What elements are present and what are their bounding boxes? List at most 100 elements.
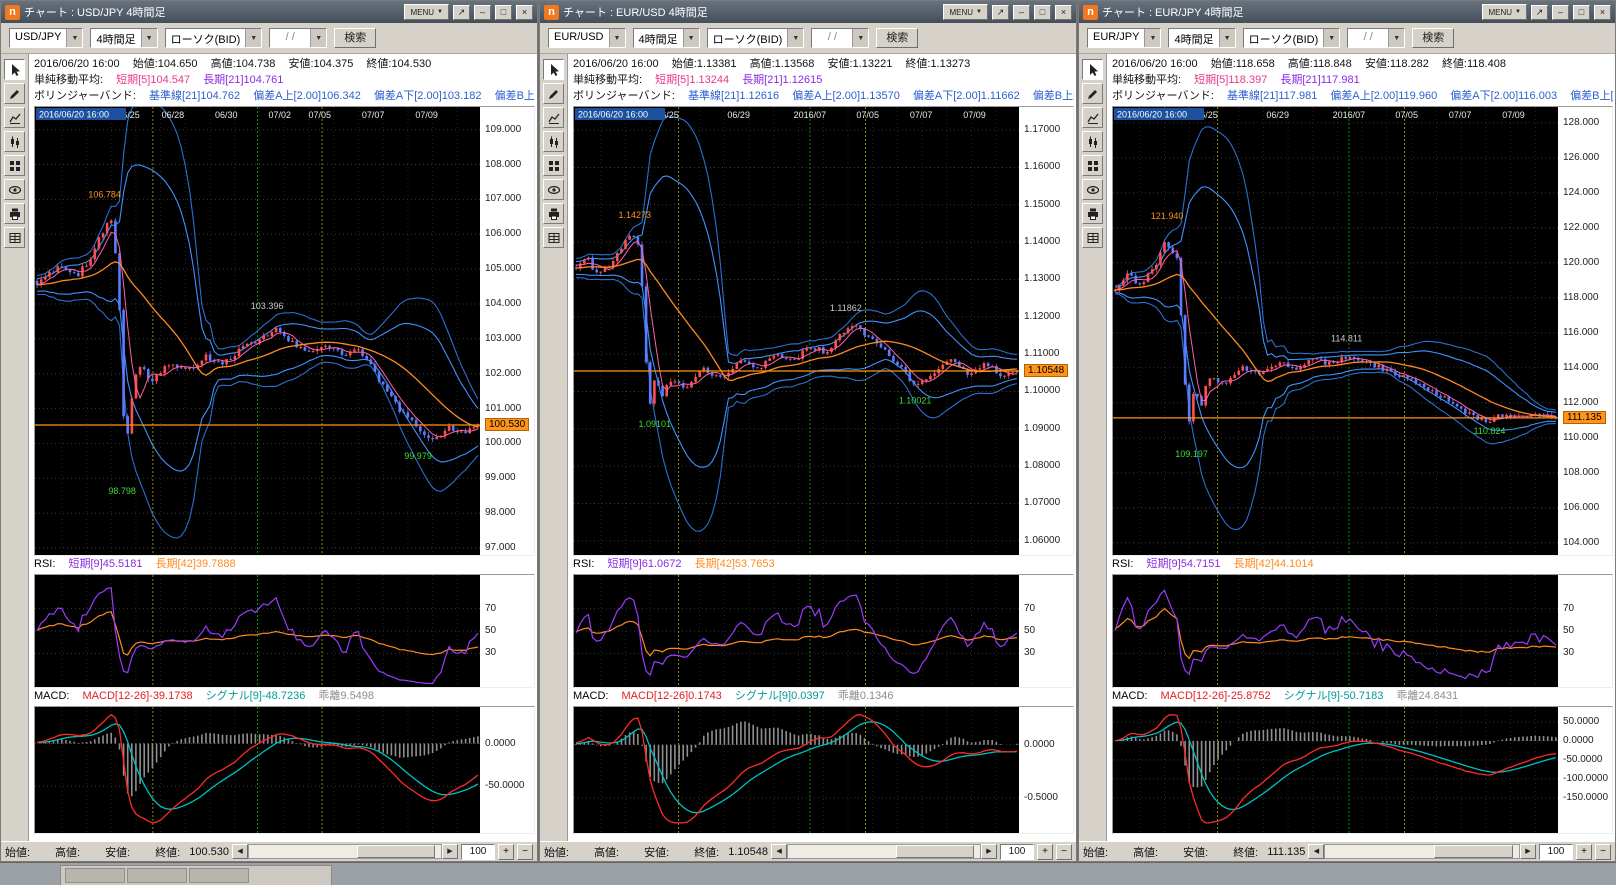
scroll-right-button[interactable]: ▶ (442, 844, 458, 859)
candletype-select[interactable]: ローソク(BID) ▼ (707, 28, 805, 48)
candletype-select[interactable]: ローソク(BID) ▼ (165, 28, 263, 48)
rsi-chart[interactable] (1113, 575, 1558, 687)
chevron-down-icon[interactable]: ▼ (683, 29, 699, 47)
candlestick-chart[interactable]: 121.940109.197114.811110.82406/2506/2920… (1113, 107, 1558, 555)
rsi-chart[interactable] (35, 575, 480, 687)
minimize-button[interactable]: – (1552, 5, 1569, 20)
menu-button[interactable]: MENU ▼ (943, 4, 988, 20)
line-chart-button[interactable] (4, 107, 25, 128)
indicator-settings-button[interactable] (1082, 155, 1103, 176)
maximize-button[interactable]: □ (1573, 5, 1590, 20)
zoom-in-button[interactable]: + (1037, 844, 1053, 860)
draw-tool-button[interactable] (4, 83, 25, 104)
bar-count-input[interactable]: 100 (1539, 844, 1573, 860)
search-button[interactable]: 検索 (1412, 28, 1454, 48)
indicator-settings-button[interactable] (543, 155, 564, 176)
date-input[interactable]: / / ▼ (269, 28, 327, 48)
titlebar[interactable]: n チャート : EUR/USD 4時間足 MENU ▼ ↗ – □ × (540, 1, 1076, 23)
date-input[interactable]: / / ▼ (811, 28, 869, 48)
macd-chart[interactable] (35, 707, 480, 833)
data-table-button[interactable] (543, 227, 564, 248)
popout-button[interactable]: ↗ (992, 5, 1009, 20)
chevron-down-icon[interactable]: ▼ (609, 29, 625, 47)
cursor-tool-button[interactable] (4, 59, 25, 80)
scrollbar-track[interactable] (787, 844, 981, 859)
scroll-left-button[interactable]: ◀ (232, 844, 248, 859)
pair-select[interactable]: EUR/USD ▼ (548, 28, 626, 48)
close-button[interactable]: × (1055, 5, 1072, 20)
scrollbar-track[interactable] (1324, 844, 1520, 859)
menu-button[interactable]: MENU ▼ (404, 4, 449, 20)
chevron-down-icon[interactable]: ▼ (852, 29, 868, 47)
candlestick-chart[interactable]: 1.142731.091011.118621.1002106/2506/2920… (574, 107, 1019, 555)
draw-tool-button[interactable] (543, 83, 564, 104)
scroll-left-button[interactable]: ◀ (771, 844, 787, 859)
view-settings-button[interactable] (4, 179, 25, 200)
candle-chart-button[interactable] (1082, 131, 1103, 152)
candletype-select[interactable]: ローソク(BID) ▼ (1243, 28, 1341, 48)
macd-chart[interactable] (1113, 707, 1558, 833)
titlebar[interactable]: n チャート : EUR/JPY 4時間足 MENU ▼ ↗ – □ × (1079, 1, 1615, 23)
close-button[interactable]: × (1594, 5, 1611, 20)
chevron-down-icon[interactable]: ▼ (1323, 29, 1339, 47)
minimize-button[interactable]: – (1013, 5, 1030, 20)
candle-chart-button[interactable] (543, 131, 564, 152)
cursor-tool-button[interactable] (543, 59, 564, 80)
popout-button[interactable]: ↗ (1531, 5, 1548, 20)
candlestick-chart[interactable]: 106.78498.798103.39699.97906/2506/2806/3… (35, 107, 480, 555)
zoom-in-button[interactable]: + (1576, 844, 1592, 860)
macd-chart[interactable] (574, 707, 1019, 833)
search-button[interactable]: 検索 (876, 28, 918, 48)
chevron-down-icon[interactable]: ▼ (245, 29, 261, 47)
scrollbar-thumb[interactable] (896, 845, 975, 858)
zoom-out-button[interactable]: − (1056, 844, 1072, 860)
bar-count-input[interactable]: 100 (461, 844, 495, 860)
candle-chart-button[interactable] (4, 131, 25, 152)
chevron-down-icon[interactable]: ▼ (787, 29, 803, 47)
zoom-out-button[interactable]: − (517, 844, 533, 860)
close-button[interactable]: × (516, 5, 533, 20)
chevron-down-icon[interactable]: ▼ (1219, 29, 1235, 47)
pair-select[interactable]: USD/JPY ▼ (9, 28, 83, 48)
chevron-down-icon[interactable]: ▼ (1388, 29, 1404, 47)
background-window-fragment[interactable] (60, 865, 332, 885)
scroll-right-button[interactable]: ▶ (981, 844, 997, 859)
scroll-left-button[interactable]: ◀ (1308, 844, 1324, 859)
rsi-chart[interactable] (574, 575, 1019, 687)
scrollbar-thumb[interactable] (357, 845, 436, 858)
view-settings-button[interactable] (543, 179, 564, 200)
data-table-button[interactable] (1082, 227, 1103, 248)
cursor-tool-button[interactable] (1082, 59, 1103, 80)
print-button[interactable] (4, 203, 25, 224)
scrollbar-thumb[interactable] (1434, 845, 1513, 858)
timeframe-select[interactable]: 4時間足 ▼ (633, 28, 700, 48)
print-button[interactable] (543, 203, 564, 224)
chevron-down-icon[interactable]: ▼ (66, 29, 82, 47)
popout-button[interactable]: ↗ (453, 5, 470, 20)
maximize-button[interactable]: □ (495, 5, 512, 20)
chevron-down-icon[interactable]: ▼ (1144, 29, 1160, 47)
minimize-button[interactable]: – (474, 5, 491, 20)
view-settings-button[interactable] (1082, 179, 1103, 200)
scroll-right-button[interactable]: ▶ (1520, 844, 1536, 859)
data-table-button[interactable] (4, 227, 25, 248)
chevron-down-icon[interactable]: ▼ (310, 29, 326, 47)
date-input[interactable]: / / ▼ (1347, 28, 1405, 48)
timeframe-select[interactable]: 4時間足 ▼ (90, 28, 157, 48)
bar-count-input[interactable]: 100 (1000, 844, 1034, 860)
draw-tool-button[interactable] (1082, 83, 1103, 104)
zoom-in-button[interactable]: + (498, 844, 514, 860)
search-button[interactable]: 検索 (334, 28, 376, 48)
scrollbar-track[interactable] (248, 844, 442, 859)
zoom-out-button[interactable]: − (1595, 844, 1611, 860)
chevron-down-icon[interactable]: ▼ (141, 29, 157, 47)
line-chart-button[interactable] (1082, 107, 1103, 128)
indicator-settings-button[interactable] (4, 155, 25, 176)
timeframe-select[interactable]: 4時間足 ▼ (1168, 28, 1235, 48)
line-chart-button[interactable] (543, 107, 564, 128)
maximize-button[interactable]: □ (1034, 5, 1051, 20)
pair-select[interactable]: EUR/JPY ▼ (1087, 28, 1161, 48)
menu-button[interactable]: MENU ▼ (1482, 4, 1527, 20)
titlebar[interactable]: n チャート : USD/JPY 4時間足 MENU ▼ ↗ – □ × (1, 1, 537, 23)
print-button[interactable] (1082, 203, 1103, 224)
